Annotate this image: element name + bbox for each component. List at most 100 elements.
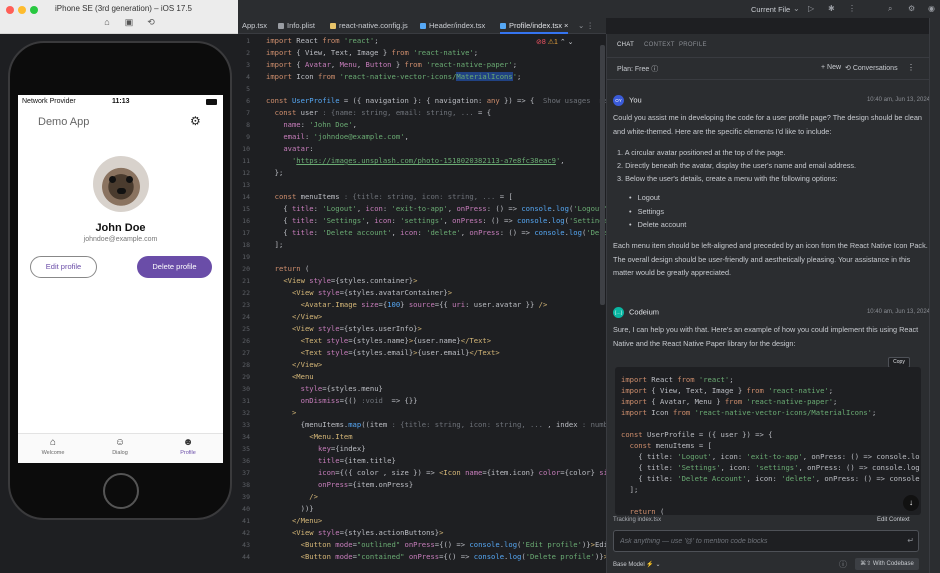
avatar-eye — [109, 176, 116, 183]
more-icon[interactable]: ⋮ — [848, 4, 856, 13]
line-number: 26 — [242, 337, 250, 345]
tab-profile[interactable]: ☻ Profile — [163, 437, 213, 456]
code-line: { title: 'Delete account', icon: 'delete… — [266, 228, 606, 237]
scroll-down-button[interactable]: ↓ — [903, 495, 919, 511]
code-line: const menuItems = [ — [629, 441, 712, 450]
line-number: 11 — [242, 157, 250, 165]
line-number: 18 — [242, 241, 250, 249]
code-line: avatar: — [283, 144, 314, 153]
edit-profile-button[interactable]: Edit profile — [30, 256, 97, 278]
new-chat-button[interactable]: + New — [821, 64, 841, 71]
tab-dialog[interactable]: ☺ Dialog — [95, 437, 145, 456]
settings-icon[interactable]: ⚙ — [908, 4, 915, 13]
tabs-overflow-icon[interactable]: ⌄ ⋮ — [578, 21, 594, 30]
delete-profile-button[interactable]: Delete profile — [137, 256, 212, 278]
ai-chat-panel: CHAT CONTEXT PROFILE Plan: Free ⓘ + New … — [606, 34, 940, 573]
line-number: 34 — [242, 433, 250, 441]
info-icon[interactable]: ⓘ — [839, 559, 847, 570]
code-editor[interactable]: import React from 'react'; import { View… — [262, 34, 606, 573]
debug-icon[interactable]: ✱ — [828, 4, 835, 13]
editor-tabs: App.tsx Info.plist react-native.config.j… — [238, 18, 606, 34]
send-icon[interactable]: ↵ — [907, 536, 914, 545]
tab-react-native-config[interactable]: react-native.config.js — [330, 21, 408, 30]
code-line: name: 'John Doe', — [283, 120, 357, 129]
chat-input[interactable] — [620, 535, 890, 548]
code-line: </View> — [291, 312, 323, 321]
tab-header-index[interactable]: Header/index.tsx — [420, 21, 485, 30]
chat-input-box[interactable]: ↵ — [613, 530, 919, 552]
tab-chat[interactable]: CHAT — [617, 42, 634, 48]
tab-app-tsx[interactable]: App.tsx — [242, 21, 267, 30]
code-line: key={index} — [317, 444, 366, 453]
line-number: 6 — [246, 97, 250, 105]
code-line: import { Avatar, Menu } from 'react-nati… — [621, 397, 838, 406]
code-line: <Button mode="contained" onPress={() => … — [300, 552, 606, 561]
code-line: { title: 'Logout', icon: 'exit-to-app', … — [266, 204, 606, 213]
home-icon[interactable]: ⌂ — [96, 17, 118, 27]
line-number: 37 — [242, 469, 250, 477]
code-line: <View style={styles.actionButtons}> — [291, 528, 444, 537]
code-line: icon={({ color , size }) => <Icon name={… — [317, 468, 606, 477]
line-number: 42 — [242, 529, 250, 537]
line-number: 24 — [242, 313, 250, 321]
close-window-button[interactable] — [6, 6, 14, 14]
tab-context[interactable]: CONTEXT — [644, 42, 675, 48]
line-number: 4 — [246, 73, 250, 81]
code-line: <Text style={styles.name}>{user.name}</T… — [300, 336, 492, 345]
line-number: 32 — [242, 409, 250, 417]
code-snippet: import React from 'react'; import { View… — [615, 367, 921, 515]
chevron-down-icon[interactable]: ⌄ — [793, 4, 800, 13]
list-item: • Settings — [629, 206, 665, 216]
line-number: 44 — [242, 553, 250, 561]
js-file-icon — [330, 23, 336, 29]
tsx-file-icon — [500, 23, 506, 29]
bot-message-time: 10:40 am, Jun 13, 2024 — [866, 309, 930, 315]
info-icon[interactable]: ⓘ — [651, 66, 658, 73]
editor-scrollbar[interactable] — [600, 45, 605, 305]
tab-welcome[interactable]: ⌂ Welcome — [28, 437, 78, 456]
line-number: 33 — [242, 421, 250, 429]
profile-icon: ☻ — [182, 437, 194, 448]
line-number: 27 — [242, 349, 250, 357]
tracking-file: Tracking index.tsx — [613, 517, 662, 523]
rotate-icon[interactable]: ⟲ — [140, 17, 162, 28]
minimize-window-button[interactable] — [18, 6, 26, 14]
code-line: import { Avatar, Menu, Button } from 're… — [266, 60, 518, 69]
code-line: <Menu — [291, 372, 314, 381]
code-line: <Menu.Item — [309, 432, 353, 441]
screenshot-icon[interactable]: ▣ — [118, 17, 140, 28]
panel-menu-icon[interactable]: ⋮ — [907, 63, 915, 72]
conversations-button[interactable]: ⟲ Conversations — [845, 64, 898, 72]
zoom-window-button[interactable] — [30, 6, 38, 14]
model-selector[interactable]: Base Model ⚡ ⌄ — [613, 561, 661, 568]
line-number: 22 — [242, 289, 250, 297]
edit-context-button[interactable]: Edit Context — [877, 517, 910, 523]
run-config-select[interactable]: Current File — [751, 5, 790, 14]
user-icon[interactable]: ◉ — [928, 4, 935, 13]
tab-profile[interactable]: PROFILE — [679, 42, 707, 48]
line-number: 19 — [242, 253, 250, 261]
plan-label: Plan: Free ⓘ — [617, 66, 659, 73]
search-icon[interactable]: ⌕ — [888, 4, 892, 14]
code-line: 'https://images.unsplash.com/photo-15180… — [291, 156, 565, 165]
bot-message-intro: Sure, I can help you with that. Here's a… — [613, 325, 919, 348]
top-toolbar: Current File ⌄ ▷ ✱ ⋮ ⌕ ⚙ ◉ — [238, 0, 940, 18]
with-codebase-button[interactable]: ⌘⇧ With Codebase — [855, 558, 919, 570]
code-line: onDismiss={() :void => {}} — [300, 396, 418, 405]
line-number: 20 — [242, 265, 250, 273]
user-message-outro: Each menu item should be left-aligned an… — [613, 241, 928, 277]
phone-home-button[interactable] — [103, 473, 139, 509]
tab-profile-index[interactable]: Profile/index.tsx × — [500, 21, 569, 34]
run-icon[interactable]: ▷ — [808, 4, 814, 13]
user-message-intro: Could you assist me in developing the co… — [613, 113, 922, 136]
history-icon: ⟲ — [845, 65, 851, 72]
settings-gear-icon[interactable]: ⚙ — [190, 114, 201, 128]
line-number: 35 — [242, 445, 250, 453]
code-line: title={item.title} — [317, 456, 396, 465]
battery-icon — [206, 99, 217, 105]
code-line: return ( — [274, 264, 310, 273]
line-number: 40 — [242, 505, 250, 513]
code-line: import React from 'react'; — [621, 375, 734, 384]
tab-info-plist[interactable]: Info.plist — [278, 21, 315, 30]
problems-indicator[interactable]: ⊘8 ⚠1 ⌃ ⌄ — [536, 38, 574, 46]
